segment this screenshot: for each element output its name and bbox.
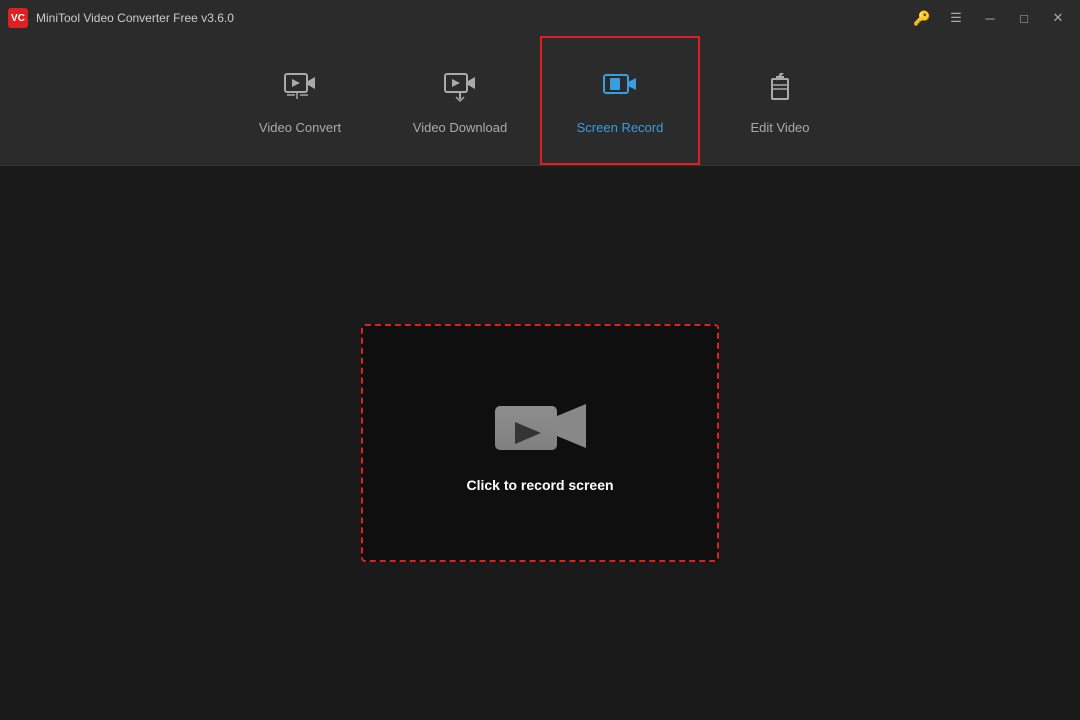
tab-edit-video-label: Edit Video	[750, 120, 809, 135]
tab-video-download[interactable]: Video Download	[380, 36, 540, 165]
tab-video-convert-label: Video Convert	[259, 120, 341, 135]
minimize-icon: ─	[985, 11, 994, 26]
close-button[interactable]: ✕	[1044, 6, 1072, 30]
main-content: Click to record screen	[0, 166, 1080, 720]
close-icon: ✕	[1053, 10, 1064, 26]
maximize-button[interactable]: □	[1010, 6, 1038, 30]
app-logo: VC	[8, 8, 28, 28]
title-bar-left: VC MiniTool Video Converter Free v3.6.0	[8, 8, 234, 28]
minimize-button[interactable]: ─	[976, 6, 1004, 30]
screen-record-icon	[602, 67, 638, 110]
key-icon: 🔑	[913, 10, 930, 27]
edit-video-icon	[762, 67, 798, 110]
title-bar: VC MiniTool Video Converter Free v3.6.0 …	[0, 0, 1080, 36]
video-convert-icon	[282, 67, 318, 110]
tab-screen-record[interactable]: Screen Record	[540, 36, 700, 165]
tab-screen-record-label: Screen Record	[577, 120, 664, 135]
tab-video-download-label: Video Download	[413, 120, 507, 135]
camera-icon-wrap	[493, 394, 588, 459]
tab-video-convert[interactable]: Video Convert	[220, 36, 380, 165]
key-button[interactable]: 🔑	[908, 6, 936, 30]
camera-play-icon	[493, 394, 588, 459]
menu-button[interactable]: ☰	[942, 6, 970, 30]
menu-icon: ☰	[950, 10, 962, 26]
record-box[interactable]: Click to record screen	[361, 324, 719, 562]
title-bar-controls: 🔑 ☰ ─ □ ✕	[908, 6, 1072, 30]
app-title: MiniTool Video Converter Free v3.6.0	[36, 11, 234, 25]
record-prompt-text: Click to record screen	[466, 477, 613, 493]
maximize-icon: □	[1020, 11, 1028, 26]
nav-bar: Video Convert Video Download Screen Reco…	[0, 36, 1080, 166]
video-download-icon	[442, 67, 478, 110]
tab-edit-video[interactable]: Edit Video	[700, 36, 860, 165]
